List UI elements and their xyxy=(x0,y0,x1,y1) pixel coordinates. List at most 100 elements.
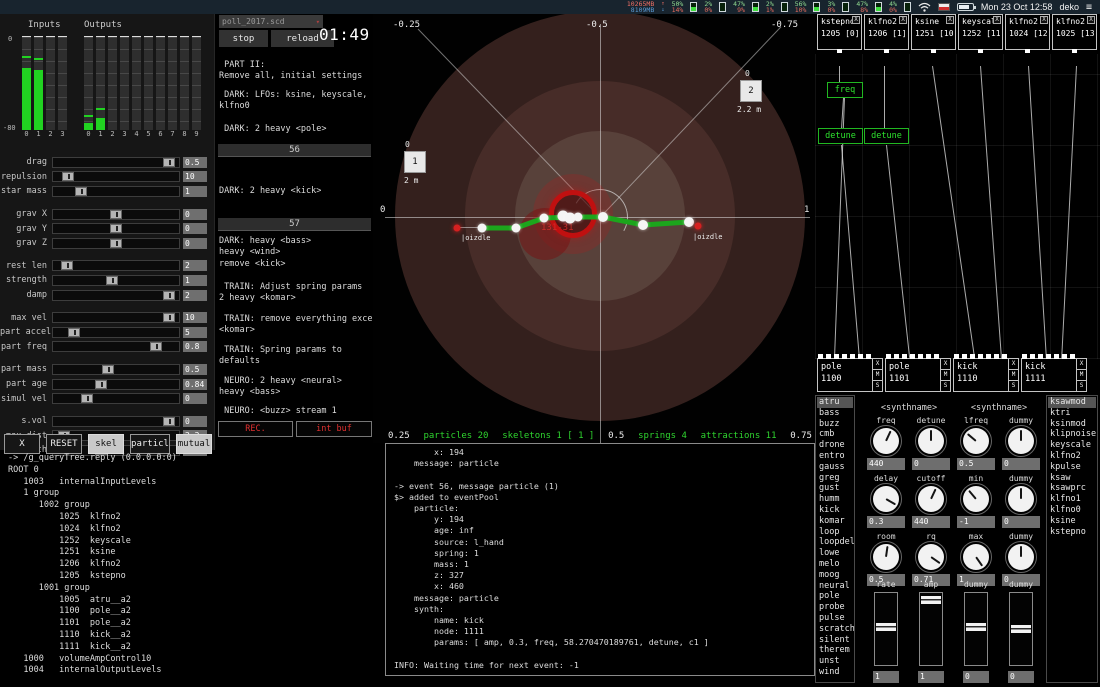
list-item[interactable]: silent xyxy=(817,635,853,646)
list-item[interactable]: ksaw xyxy=(1048,473,1096,484)
knob[interactable] xyxy=(963,428,989,454)
synth-node-box[interactable]: pole 1100 X M S xyxy=(817,358,883,392)
particle-dot[interactable] xyxy=(574,213,583,222)
slider-handle[interactable] xyxy=(163,291,175,300)
flag-pl-icon[interactable] xyxy=(938,3,950,11)
rec-button[interactable]: REC. xyxy=(218,421,293,437)
mute-button[interactable]: M xyxy=(1009,370,1018,381)
list-item[interactable]: gust xyxy=(817,483,853,494)
synth-list-right[interactable]: ksawmod ktri ksinmod klipnoise keyscale … xyxy=(1046,395,1098,683)
close-icon[interactable]: X xyxy=(993,16,1001,24)
slider-track[interactable] xyxy=(52,341,180,352)
lfo-node-box[interactable]: klfno2 X 1025 [13] xyxy=(1052,14,1097,50)
slider-handle[interactable] xyxy=(102,365,114,374)
close-icon[interactable]: X xyxy=(941,359,950,370)
lfo-node-box[interactable]: kstepno X 1205 [0] xyxy=(817,14,862,50)
list-item[interactable]: unst xyxy=(817,656,853,667)
mode-button[interactable]: skel xyxy=(88,434,124,454)
list-item[interactable]: moog xyxy=(817,570,853,581)
close-icon[interactable]: X xyxy=(899,16,907,24)
fader-handle[interactable] xyxy=(921,596,941,604)
knob[interactable] xyxy=(1008,544,1034,570)
list-item[interactable]: klfno1 xyxy=(1048,494,1096,505)
list-item[interactable]: greg xyxy=(817,473,853,484)
list-item[interactable]: probe xyxy=(817,602,853,613)
slider-track[interactable] xyxy=(52,186,180,197)
solo-button[interactable]: S xyxy=(1009,381,1018,391)
list-item[interactable]: wind xyxy=(817,667,853,678)
list-item[interactable]: klfno0 xyxy=(1048,505,1096,516)
fader-track[interactable] xyxy=(919,592,943,666)
slider-handle[interactable] xyxy=(150,342,162,351)
slider-track[interactable] xyxy=(52,327,180,338)
particle-dot[interactable] xyxy=(598,212,608,222)
stop-button[interactable]: stop xyxy=(219,30,268,47)
close-icon[interactable]: X xyxy=(1040,16,1048,24)
list-item[interactable]: atru xyxy=(817,397,853,408)
skeleton-marker-2[interactable]: 2 xyxy=(740,80,762,102)
menu-icon[interactable]: ≡ xyxy=(1086,2,1092,13)
slider-track[interactable] xyxy=(52,379,180,390)
fader-value[interactable]: 1 xyxy=(918,671,944,683)
slider-handle[interactable] xyxy=(81,394,93,403)
knob[interactable] xyxy=(918,428,944,454)
mute-button[interactable]: M xyxy=(873,370,882,381)
knob-value[interactable]: 0 xyxy=(1002,516,1040,528)
knob-value[interactable]: 0.5 xyxy=(957,458,995,470)
slider-handle[interactable] xyxy=(163,158,175,167)
event-counter-bar[interactable]: 57 xyxy=(218,218,371,231)
list-item[interactable]: klipnoise xyxy=(1048,429,1096,440)
slider-track[interactable] xyxy=(52,312,180,323)
close-icon[interactable]: X xyxy=(873,359,882,370)
synth-node-box[interactable]: pole 1101 X M S xyxy=(885,358,951,392)
knob[interactable] xyxy=(963,486,989,512)
list-item[interactable]: entro xyxy=(817,451,853,462)
slider-track[interactable] xyxy=(52,157,180,168)
slider-track[interactable] xyxy=(52,416,180,427)
particle-dot[interactable] xyxy=(512,224,521,233)
knob[interactable] xyxy=(873,428,899,454)
mute-button[interactable]: M xyxy=(941,370,950,381)
lfo-node-box[interactable]: ksine X 1251 [10] xyxy=(911,14,956,50)
mode-button[interactable]: RESET xyxy=(46,434,82,454)
solo-button[interactable]: S xyxy=(941,381,950,391)
knob[interactable] xyxy=(1008,486,1034,512)
event-counter-bar[interactable]: 56 xyxy=(218,144,371,157)
clock[interactable]: Mon 23 Oct 12:58 xyxy=(981,2,1053,12)
node-tree-terminal[interactable]: -> /g_queryTree.reply (0.0.0.0:0) ROOT 0… xyxy=(8,453,378,677)
fader-value[interactable]: 1 xyxy=(873,671,899,683)
knob-value[interactable]: 0 xyxy=(1002,458,1040,470)
list-item[interactable]: bass xyxy=(817,408,853,419)
slider-handle[interactable] xyxy=(163,313,175,322)
battery-icon[interactable] xyxy=(957,3,974,11)
int-buf-button[interactable]: int buf xyxy=(296,421,372,437)
slider-track[interactable] xyxy=(52,209,180,220)
list-item[interactable]: ksinmod xyxy=(1048,419,1096,430)
synth-node-box[interactable]: kick 1111 X M S xyxy=(1021,358,1087,392)
knob[interactable] xyxy=(963,544,989,570)
particle-dot[interactable] xyxy=(638,220,648,230)
slider-track[interactable] xyxy=(52,171,180,182)
lfo-node-box[interactable]: klfno2 X 1024 [12] xyxy=(1005,14,1050,50)
slider-handle[interactable] xyxy=(106,276,118,285)
list-item[interactable]: melo xyxy=(817,559,853,570)
fader-value[interactable]: 0 xyxy=(963,671,989,683)
fader-track[interactable] xyxy=(874,592,898,666)
knob[interactable] xyxy=(918,544,944,570)
list-item[interactable]: lowe xyxy=(817,548,853,559)
list-item[interactable]: kpulse xyxy=(1048,462,1096,473)
mode-button[interactable]: mutual xyxy=(176,434,212,454)
list-item[interactable]: cmb xyxy=(817,429,853,440)
mode-button[interactable]: particl xyxy=(130,434,170,454)
fader-handle[interactable] xyxy=(1011,625,1031,633)
script-file-dropdown[interactable]: poll_2017.scd ▾ xyxy=(219,15,323,28)
knob-value[interactable]: 440 xyxy=(912,516,950,528)
solo-button[interactable]: S xyxy=(873,381,882,391)
close-icon[interactable]: X xyxy=(852,16,860,24)
list-item[interactable]: humm xyxy=(817,494,853,505)
list-item[interactable]: kstepno xyxy=(1048,527,1096,538)
fader-track[interactable] xyxy=(964,592,988,666)
slider-track[interactable] xyxy=(52,393,180,404)
wifi-icon[interactable] xyxy=(918,2,931,12)
knob-value[interactable]: 0.3 xyxy=(867,516,905,528)
